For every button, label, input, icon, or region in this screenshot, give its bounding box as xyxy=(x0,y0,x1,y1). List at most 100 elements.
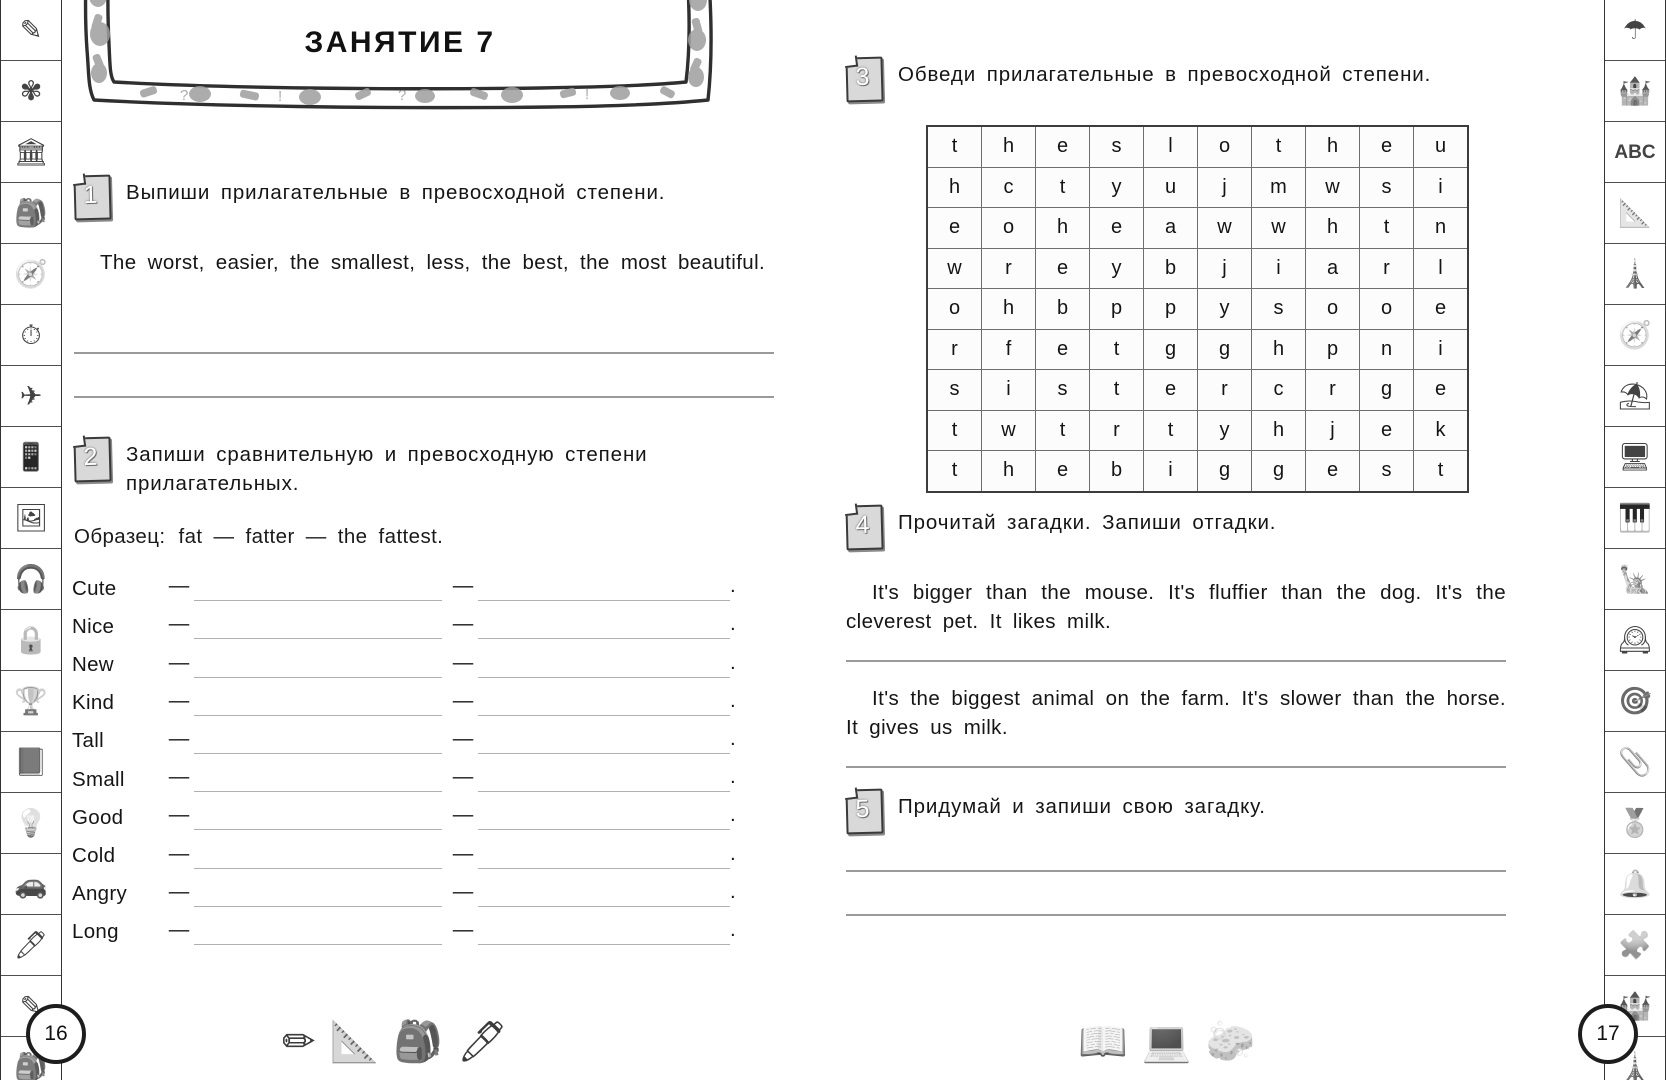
grid-cell[interactable]: n xyxy=(1359,328,1414,370)
superlative-input[interactable] xyxy=(478,809,730,831)
grid-cell[interactable]: r xyxy=(926,328,982,370)
grid-cell[interactable]: h xyxy=(981,288,1036,330)
grid-cell[interactable]: a xyxy=(1305,247,1360,289)
grid-cell[interactable]: e xyxy=(1035,247,1090,289)
grid-cell[interactable]: b xyxy=(1035,288,1090,330)
grid-cell[interactable]: g xyxy=(1251,450,1306,492)
superlative-input[interactable] xyxy=(478,618,730,640)
grid-cell[interactable]: e xyxy=(1143,369,1198,411)
grid-cell[interactable]: s xyxy=(1251,288,1306,330)
grid-cell[interactable]: e xyxy=(1089,207,1144,249)
grid-cell[interactable]: c xyxy=(1251,369,1306,411)
grid-cell[interactable]: s xyxy=(1359,166,1414,208)
superlative-input[interactable] xyxy=(478,695,730,716)
grid-cell[interactable]: t xyxy=(926,125,982,168)
grid-cell[interactable]: h xyxy=(1305,207,1360,249)
grid-cell[interactable]: s xyxy=(1035,369,1090,411)
grid-cell[interactable]: i xyxy=(1251,247,1306,289)
grid-cell[interactable]: h xyxy=(1305,125,1360,168)
grid-cell[interactable]: e xyxy=(1413,369,1469,411)
grid-cell[interactable]: m xyxy=(1251,166,1306,208)
grid-cell[interactable]: e xyxy=(1035,450,1090,492)
grid-cell[interactable]: o xyxy=(926,288,982,330)
grid-cell[interactable]: e xyxy=(1359,409,1414,451)
grid-cell[interactable]: l xyxy=(1143,125,1198,168)
grid-cell[interactable]: f xyxy=(981,328,1036,370)
grid-cell[interactable]: s xyxy=(926,369,982,411)
grid-cell[interactable]: s xyxy=(1089,125,1144,168)
comparative-input[interactable] xyxy=(194,771,442,793)
grid-cell[interactable]: e xyxy=(926,207,982,249)
grid-cell[interactable]: r xyxy=(1305,369,1360,411)
superlative-input[interactable] xyxy=(478,886,730,907)
grid-cell[interactable]: w xyxy=(1251,207,1306,249)
grid-cell[interactable]: t xyxy=(1143,409,1198,451)
grid-cell[interactable]: o xyxy=(1197,125,1252,168)
superlative-input[interactable] xyxy=(478,580,730,602)
grid-cell[interactable]: r xyxy=(981,247,1036,289)
grid-cell[interactable]: e xyxy=(1305,450,1360,492)
grid-cell[interactable]: e xyxy=(1413,288,1469,330)
grid-cell[interactable]: t xyxy=(926,450,982,492)
grid-cell[interactable]: a xyxy=(1143,207,1198,249)
grid-cell[interactable]: r xyxy=(1089,409,1144,451)
grid-cell[interactable]: h xyxy=(926,166,982,208)
grid-cell[interactable]: j xyxy=(1197,166,1252,208)
grid-cell[interactable]: g xyxy=(1197,450,1252,492)
grid-cell[interactable]: n xyxy=(1413,207,1469,249)
exercise-1-answer-line-2[interactable] xyxy=(74,396,774,398)
comparative-input[interactable] xyxy=(194,695,442,716)
grid-cell[interactable]: b xyxy=(1089,450,1144,492)
grid-cell[interactable]: i xyxy=(981,369,1036,411)
grid-cell[interactable]: y xyxy=(1089,247,1144,289)
comparative-input[interactable] xyxy=(194,886,442,907)
exercise-5-answer-line-2[interactable] xyxy=(846,914,1506,916)
exercise-5-answer-line-1[interactable] xyxy=(846,870,1506,872)
grid-cell[interactable]: i xyxy=(1413,166,1469,208)
comparative-input[interactable] xyxy=(194,618,442,640)
grid-cell[interactable]: c xyxy=(981,166,1036,208)
comparative-input[interactable] xyxy=(194,657,442,678)
word-search-grid[interactable]: t h e s l o t h e u h c t y u j m w s i … xyxy=(926,125,1469,493)
comparative-input[interactable] xyxy=(194,809,442,831)
grid-cell[interactable]: t xyxy=(1089,328,1144,370)
grid-cell[interactable]: t xyxy=(926,409,982,451)
grid-cell[interactable]: w xyxy=(1305,166,1360,208)
grid-cell[interactable]: t xyxy=(1035,409,1090,451)
comparative-input[interactable] xyxy=(194,580,442,602)
comparative-input[interactable] xyxy=(194,924,442,945)
grid-cell[interactable]: g xyxy=(1143,328,1198,370)
superlative-input[interactable] xyxy=(478,657,730,678)
riddle-1-answer-line[interactable] xyxy=(846,660,1506,662)
word-search-table[interactable]: t h e s l o t h e u h c t y u j m w s i … xyxy=(926,125,1469,493)
grid-cell[interactable]: p xyxy=(1143,288,1198,330)
grid-cell[interactable]: w xyxy=(981,409,1036,451)
grid-cell[interactable]: h xyxy=(1251,328,1306,370)
grid-cell[interactable]: h xyxy=(981,125,1036,168)
grid-cell[interactable]: w xyxy=(1197,207,1252,249)
grid-cell[interactable]: b xyxy=(1143,247,1198,289)
grid-cell[interactable]: y xyxy=(1197,288,1252,330)
grid-cell[interactable]: r xyxy=(1197,369,1252,411)
grid-cell[interactable]: e xyxy=(1035,125,1090,168)
grid-cell[interactable]: u xyxy=(1143,166,1198,208)
grid-cell[interactable]: s xyxy=(1359,450,1414,492)
grid-cell[interactable]: k xyxy=(1413,409,1469,451)
grid-cell[interactable]: t xyxy=(1251,125,1306,168)
grid-cell[interactable]: t xyxy=(1413,450,1469,492)
grid-cell[interactable]: t xyxy=(1089,369,1144,411)
grid-cell[interactable]: y xyxy=(1089,166,1144,208)
grid-cell[interactable]: p xyxy=(1089,288,1144,330)
grid-cell[interactable]: u xyxy=(1413,125,1469,168)
comparative-input[interactable] xyxy=(194,848,442,869)
superlative-input[interactable] xyxy=(478,733,730,754)
grid-cell[interactable]: t xyxy=(1359,207,1414,249)
grid-cell[interactable]: t xyxy=(1035,166,1090,208)
grid-cell[interactable]: j xyxy=(1197,247,1252,289)
grid-cell[interactable]: w xyxy=(926,247,982,289)
grid-cell[interactable]: j xyxy=(1305,409,1360,451)
grid-cell[interactable]: e xyxy=(1035,328,1090,370)
superlative-input[interactable] xyxy=(478,771,730,793)
superlative-input[interactable] xyxy=(478,848,730,869)
grid-cell[interactable]: i xyxy=(1413,328,1469,370)
